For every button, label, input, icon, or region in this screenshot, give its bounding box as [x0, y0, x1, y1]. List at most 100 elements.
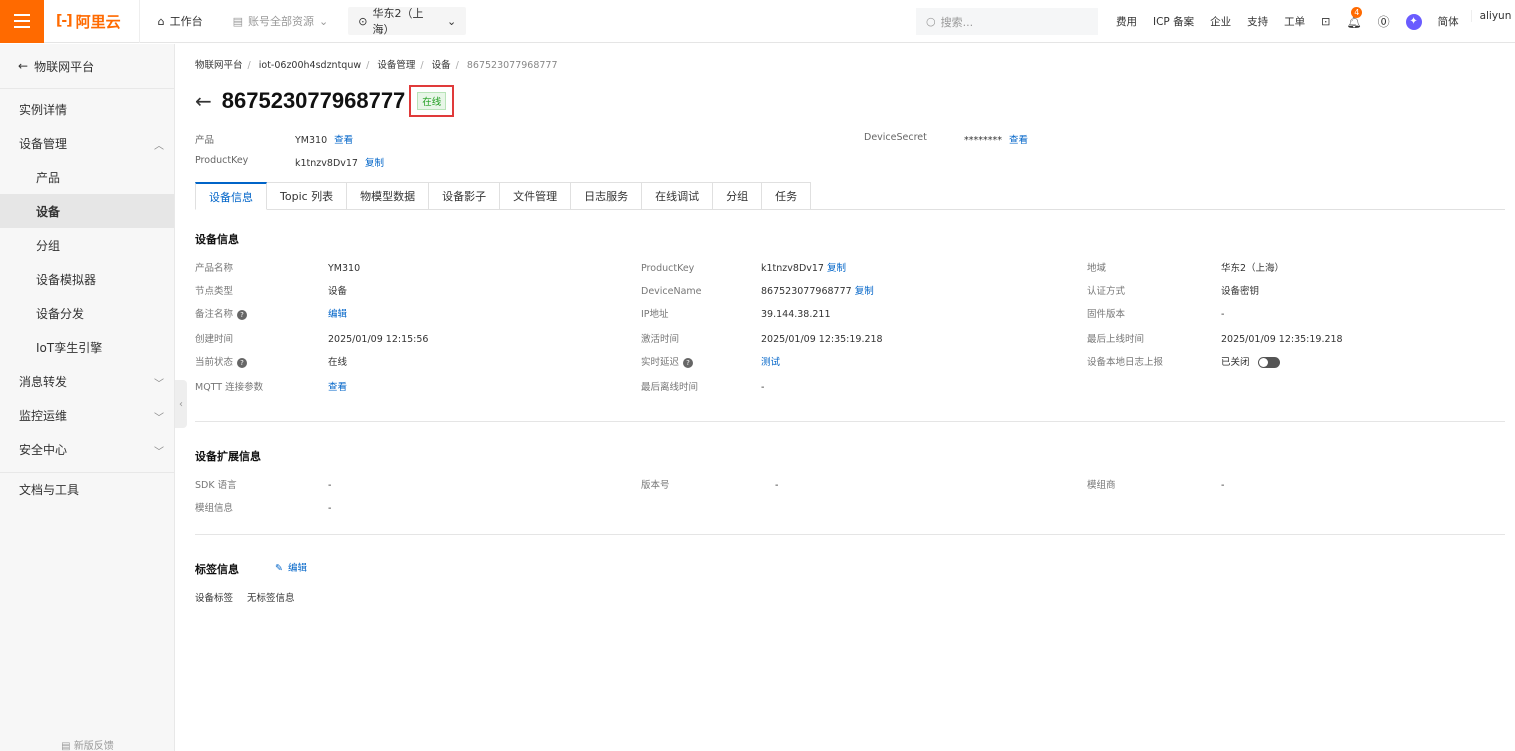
tab-groups[interactable]: 分组: [713, 182, 763, 210]
tab-online-debug[interactable]: 在线调试: [642, 182, 714, 210]
latency-test-link[interactable]: 测试: [761, 357, 780, 368]
chevron-left-icon: ‹: [179, 398, 183, 410]
tab-log-service[interactable]: 日志服务: [571, 182, 643, 210]
meta-product-value: YM310 查看: [295, 132, 353, 146]
field-label: 最后离线时间: [641, 382, 699, 393]
sidebar-item-iot-twin-engine[interactable]: IoT孪生引擎: [0, 330, 174, 364]
tab-topic-list[interactable]: Topic 列表: [267, 182, 348, 210]
nav-fees[interactable]: 费用: [1108, 14, 1145, 29]
productkey-copy-link[interactable]: 复制: [827, 263, 846, 274]
sidebar-back-label: 物联网平台: [34, 59, 95, 74]
region-selector[interactable]: ⊙ 华东2（上海） ⌄: [348, 7, 467, 36]
hamburger-menu-button[interactable]: [0, 0, 44, 43]
sidebar-item-groups[interactable]: 分组: [0, 228, 174, 262]
search-input[interactable]: ○ 搜索...: [916, 8, 1098, 35]
page-header: ← 867523077968777 在线: [195, 84, 455, 118]
help-icon[interactable]: ?: [237, 309, 248, 320]
section-title-extension-info: 设备扩展信息: [195, 450, 261, 463]
nav-support[interactable]: 支持: [1239, 14, 1276, 29]
section-title-tags: 标签信息: [195, 563, 239, 576]
assistant-icon[interactable]: ✦: [1398, 13, 1430, 30]
sidebar-item-products[interactable]: 产品: [0, 160, 174, 194]
sidebar-item-message-forwarding[interactable]: 消息转发 ﹀: [0, 364, 174, 398]
sidebar-collapse-toggle[interactable]: ‹: [175, 380, 187, 428]
nav-enterprise[interactable]: 企业: [1202, 14, 1239, 29]
status-highlight: 在线: [409, 85, 455, 117]
field-sdk-language: SDK 语言 -: [195, 477, 331, 491]
user-account[interactable]: aliyun: [1470, 9, 1515, 22]
field-product-name: 产品名称 YM310: [195, 260, 360, 274]
remark-edit-link[interactable]: 编辑: [328, 309, 347, 320]
field-label: 当前状态: [195, 357, 234, 368]
field-label: 创建时间: [195, 334, 234, 345]
sidebar-item-instance-details[interactable]: 实例详情: [0, 92, 174, 126]
divider: [195, 421, 1505, 422]
product-view-link[interactable]: 查看: [334, 135, 353, 146]
sidebar-item-device-simulator[interactable]: 设备模拟器: [0, 262, 174, 296]
field-value: -: [328, 480, 332, 491]
sidebar-item-devices[interactable]: 设备: [0, 194, 174, 228]
field-value: k1tnzv8Dv17: [761, 263, 824, 274]
tab-device-shadow[interactable]: 设备影子: [429, 182, 501, 210]
breadcrumb-iot-platform[interactable]: 物联网平台: [195, 60, 243, 71]
sidebar-item-device-management[interactable]: 设备管理 ︿: [0, 126, 174, 160]
bell-icon[interactable]: 🔔︎ 4: [1338, 6, 1369, 29]
sidebar-item-security-center[interactable]: 安全中心 ﹀: [0, 432, 174, 466]
terminal-icon[interactable]: ⊡: [1313, 15, 1338, 28]
field-value: 2025/01/09 12:15:56: [328, 334, 429, 345]
field-value: 2025/01/09 12:35:19.218: [1221, 334, 1343, 345]
breadcrumb: 物联网平台 / iot-06z00h4sdzntquw / 设备管理 / 设备/ 86…: [195, 60, 558, 71]
secret-view-link[interactable]: 查看: [1009, 135, 1028, 146]
topbar-right-menu: 费用 ICP 备案 企业 支持 工单 ⊡ 🔔︎ 4 ⓪ ✦ 简体 aliyun: [1108, 0, 1515, 43]
field-ip-address: IP地址 39.144.38.211: [641, 306, 831, 320]
sidebar-item-docs-tools[interactable]: 文档与工具: [0, 472, 174, 506]
tab-thing-model-data[interactable]: 物模型数据: [347, 182, 430, 210]
sidebar-item-label: 监控运维: [19, 408, 68, 423]
productkey-value: k1tnzv8Dv17: [295, 158, 358, 169]
chevron-down-icon: ﹀: [154, 379, 164, 390]
field-module-info: 模组信息 -: [195, 500, 331, 514]
devicename-copy-link[interactable]: 复制: [855, 286, 874, 297]
field-label: 备注名称: [195, 309, 234, 320]
field-last-online: 最后上线时间 2025/01/09 12:35:19.218: [1087, 331, 1343, 345]
back-arrow-icon[interactable]: ←: [195, 89, 212, 113]
breadcrumb-instance[interactable]: iot-06z00h4sdzntquw: [259, 60, 361, 71]
field-last-offline: 最后离线时间 -: [641, 379, 764, 393]
meta-secret-label: DeviceSecret: [864, 132, 927, 143]
breadcrumb-devices[interactable]: 设备: [432, 60, 451, 71]
account-resources-dropdown[interactable]: ▤ 账号全部资源 ⌄: [223, 7, 339, 35]
field-remark-name: 备注名称? 编辑: [195, 306, 347, 320]
field-label: 地域: [1087, 263, 1107, 274]
tags-edit-button[interactable]: ✎ 编辑: [275, 560, 307, 574]
status-badge: 在线: [417, 92, 447, 110]
aliyun-logo[interactable]: [-] 阿里云: [44, 0, 140, 43]
local-log-toggle[interactable]: [1257, 357, 1280, 368]
help-icon[interactable]: ⓪: [1370, 13, 1398, 30]
help-icon[interactable]: ?: [683, 357, 694, 368]
sidebar-item-device-distribution[interactable]: 设备分发: [0, 296, 174, 330]
feedback-label: 新版反馈: [73, 741, 114, 751]
feedback-link[interactable]: ▤ 新版反馈: [0, 737, 175, 751]
tab-file-management[interactable]: 文件管理: [500, 182, 572, 210]
nav-icp[interactable]: ICP 备案: [1145, 14, 1202, 29]
field-device-tags: 设备标签 无标签信息: [195, 590, 295, 604]
breadcrumb-device-management[interactable]: 设备管理: [377, 60, 415, 71]
field-value: 39.144.38.211: [761, 309, 831, 320]
field-module-vendor: 模组商 -: [1087, 477, 1224, 491]
sidebar-item-monitoring[interactable]: 监控运维 ﹀: [0, 398, 174, 432]
location-icon: ⊙: [358, 14, 368, 28]
productkey-copy-link[interactable]: 复制: [365, 158, 384, 169]
tab-tasks[interactable]: 任务: [762, 182, 812, 210]
language-switch[interactable]: 简体: [1430, 14, 1467, 29]
arrow-left-icon: ←: [18, 59, 29, 73]
field-label: ProductKey: [641, 263, 695, 274]
tab-device-info[interactable]: 设备信息: [195, 182, 267, 210]
field-local-log-report: 设备本地日志上报 已关闭: [1087, 354, 1280, 368]
nav-ticket[interactable]: 工单: [1276, 14, 1313, 29]
sidebar-back-link[interactable]: ← 物联网平台: [0, 44, 174, 89]
help-icon[interactable]: ?: [237, 357, 248, 368]
field-created-time: 创建时间 2025/01/09 12:15:56: [195, 331, 428, 345]
workbench-link[interactable]: ⌂ 工作台: [148, 7, 213, 35]
mqtt-view-link[interactable]: 查看: [328, 382, 347, 393]
search-placeholder: 搜索...: [940, 15, 974, 29]
